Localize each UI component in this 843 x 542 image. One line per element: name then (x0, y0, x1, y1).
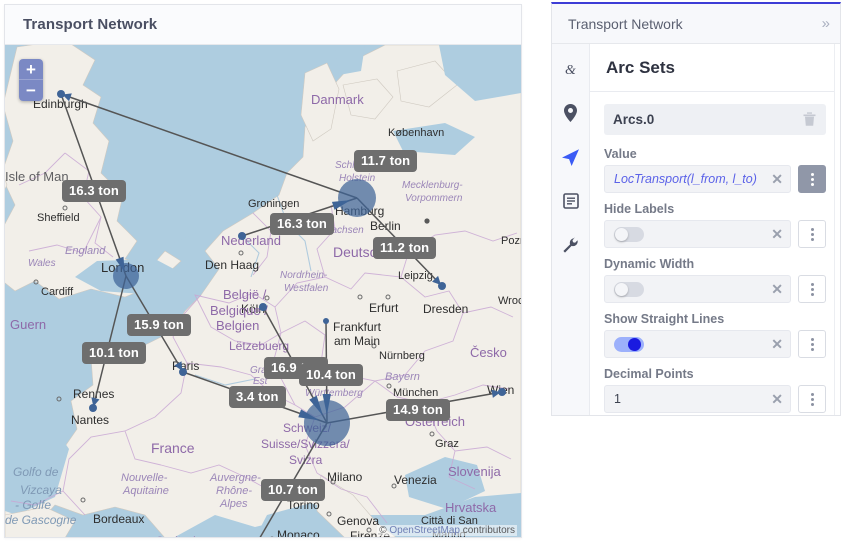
panel-content: Arc Sets Arcs.0 Value LocTransport(l_from… (590, 44, 840, 415)
arcs-icon[interactable]: & (560, 58, 582, 80)
network-node[interactable] (259, 303, 267, 311)
field-label: Hide Labels (604, 202, 675, 216)
network-node[interactable] (179, 368, 187, 376)
field-label: Show Straight Lines (604, 312, 725, 326)
field-dynamic-width: Dynamic Width ✕ (604, 257, 826, 303)
field-label: Decimal Points (604, 367, 694, 381)
svg-text:&: & (565, 63, 576, 78)
field-row: 1 ✕ (604, 385, 826, 413)
field-row: ✕ (604, 220, 826, 248)
field-menu-button[interactable] (798, 385, 826, 413)
field-input[interactable]: LocTransport(l_from, l_to) ✕ (604, 165, 791, 193)
zoom-controls[interactable]: + − (19, 59, 43, 101)
clear-icon[interactable]: ✕ (770, 172, 784, 186)
field-row: ✕ (604, 330, 826, 358)
wrench-icon[interactable] (560, 234, 582, 256)
arc-set-name: Arcs.0 (613, 111, 655, 127)
zoom-out-button[interactable]: − (19, 80, 43, 101)
trash-icon[interactable] (802, 111, 817, 127)
map-card-title: Transport Network (5, 5, 521, 45)
field-list: Value LocTransport(l_from, l_to) ✕ Hide Lab… (604, 147, 826, 413)
field-show-straight-lines: Show Straight Lines ✕ (604, 312, 826, 358)
field-input[interactable]: ✕ (604, 275, 791, 303)
field-value: Value LocTransport(l_from, l_to) ✕ (604, 147, 826, 193)
field-menu-button[interactable] (798, 165, 826, 193)
properties-panel: Transport Network » & Arc Sets Arcs.0 Va… (551, 2, 841, 416)
toggle-switch[interactable] (614, 226, 644, 242)
clear-icon[interactable]: ✕ (770, 282, 784, 296)
field-label: Value (604, 147, 637, 161)
panel-scrollbar[interactable] (834, 44, 840, 415)
network-node[interactable] (238, 232, 246, 240)
app-root: Transport Network Edinburgh Danmark Købe… (0, 0, 843, 542)
network-overlay (57, 90, 506, 537)
clear-icon[interactable]: ✕ (770, 227, 784, 241)
field-menu-button[interactable] (798, 275, 826, 303)
attribution-prefix: © (379, 525, 390, 536)
map-card: Transport Network Edinburgh Danmark Købe… (4, 4, 522, 538)
arc[interactable] (60, 93, 358, 199)
network-node[interactable] (113, 263, 139, 289)
field-row: LocTransport(l_from, l_to) ✕ (604, 165, 826, 193)
arc[interactable] (60, 93, 127, 277)
panel-body: & Arc Sets Arcs.0 Value LocTransport(l_fr… (552, 44, 840, 415)
openstreetmap-link[interactable]: OpenStreetMap (389, 525, 460, 536)
panel-icon-rail: & (552, 44, 590, 415)
map-attribution: © OpenStreetMap contributors (377, 525, 517, 536)
arc-set-row[interactable]: Arcs.0 (604, 104, 826, 135)
panel-title: Transport Network (568, 15, 683, 32)
toggle-switch[interactable] (614, 336, 644, 352)
arc[interactable] (326, 389, 503, 424)
field-hide-labels: Hide Labels ✕ (604, 202, 826, 248)
arc[interactable] (91, 275, 127, 409)
field-menu-button[interactable] (798, 330, 826, 358)
field-value: 1 (614, 392, 621, 406)
network-node[interactable] (438, 282, 446, 290)
field-input[interactable]: 1 ✕ (604, 385, 791, 413)
arc-set-form: Arcs.0 Value LocTransport(l_from, l_to) ✕ H… (590, 92, 840, 415)
field-row: ✕ (604, 275, 826, 303)
field-menu-button[interactable] (798, 220, 826, 248)
field-decimal-points: Decimal Points 1 ✕ (604, 367, 826, 413)
field-input[interactable]: ✕ (604, 330, 791, 358)
field-input[interactable]: ✕ (604, 220, 791, 248)
panel-header: Transport Network » (552, 4, 840, 44)
zoom-in-button[interactable]: + (19, 59, 43, 80)
network-node[interactable] (57, 90, 65, 98)
attribution-suffix: contributors (459, 525, 515, 536)
toggle-switch[interactable] (614, 281, 644, 297)
clear-icon[interactable]: ✕ (770, 337, 784, 351)
location-icon[interactable] (560, 102, 582, 124)
chevron-right-icon[interactable]: » (822, 15, 830, 32)
clear-icon[interactable]: ✕ (770, 392, 784, 406)
network-node[interactable] (304, 400, 350, 446)
network-node[interactable] (89, 404, 97, 412)
network-node[interactable] (338, 179, 376, 217)
map-viewport[interactable]: Edinburgh Danmark København Schleswig- Holst… (5, 45, 521, 537)
section-title: Arc Sets (590, 44, 840, 92)
field-label: Dynamic Width (604, 257, 695, 271)
field-value: LocTransport(l_from, l_to) (614, 172, 757, 186)
network-node[interactable] (498, 388, 506, 396)
list-icon[interactable] (560, 190, 582, 212)
arrow-icon[interactable] (560, 146, 582, 168)
network-node[interactable] (323, 318, 329, 324)
arc[interactable] (125, 275, 184, 373)
